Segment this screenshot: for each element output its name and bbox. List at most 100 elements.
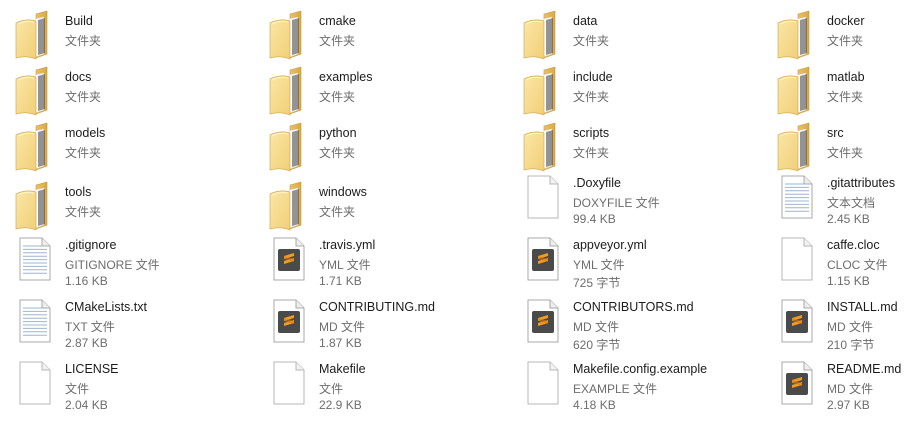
file-item-appveyor-yml[interactable]: appveyor.yml YML 文件 725 字节 — [522, 232, 772, 290]
item-type: TXT 文件 — [65, 320, 115, 334]
item-type: 文件夹 — [319, 205, 356, 219]
item-size: 1.16 KB — [65, 274, 108, 288]
item-type: YML 文件 — [573, 258, 625, 272]
file-item-doxyfile[interactable]: .Doxyfile DOXYFILE 文件 99.4 KB — [522, 170, 772, 226]
item-type: MD 文件 — [573, 320, 619, 334]
folder-icon — [14, 10, 62, 66]
file-item-makefile-config-example[interactable]: Makefile.config.example EXAMPLE 文件 4.18 … — [522, 356, 772, 412]
sublime-file-icon — [271, 236, 319, 292]
item-name: INSTALL.md — [827, 300, 898, 314]
folder-icon — [14, 66, 62, 122]
folder-icon — [268, 181, 316, 237]
item-name: CMakeLists.txt — [65, 300, 147, 314]
item-type: 文件夹 — [573, 34, 610, 48]
file-item-gitattributes[interactable]: .gitattributes 文本文档 2.45 KB — [776, 170, 914, 226]
item-name: .gitignore — [65, 238, 117, 252]
item-type: 文件夹 — [827, 146, 864, 160]
item-type: MD 文件 — [319, 320, 365, 334]
item-name: models — [65, 126, 106, 140]
blank-file-icon — [525, 174, 573, 230]
folder-icon — [776, 66, 824, 122]
item-type: 文件夹 — [827, 34, 864, 48]
item-type: GITIGNORE 文件 — [65, 258, 160, 272]
file-item-travis-yml[interactable]: .travis.yml YML 文件 1.71 KB — [268, 232, 518, 288]
item-type: EXAMPLE 文件 — [573, 382, 658, 396]
item-type: 文件夹 — [65, 34, 102, 48]
folder-item-include[interactable]: include 文件夹 — [522, 64, 772, 120]
folder-item-windows[interactable]: windows 文件夹 — [268, 179, 518, 235]
item-type: YML 文件 — [319, 258, 371, 272]
item-size: 4.18 KB — [573, 398, 616, 412]
folder-item-examples[interactable]: examples 文件夹 — [268, 64, 518, 120]
folder-item-matlab[interactable]: matlab 文件夹 — [776, 64, 914, 120]
folder-item-scripts[interactable]: scripts 文件夹 — [522, 120, 772, 176]
item-name: CONTRIBUTORS.md — [573, 300, 694, 314]
blank-file-icon — [271, 360, 319, 416]
item-type: CLOC 文件 — [827, 258, 888, 272]
item-type: 文件夹 — [319, 146, 356, 160]
text-file-icon — [17, 236, 65, 292]
file-item-caffe-cloc[interactable]: caffe.cloc CLOC 文件 1.15 KB — [776, 232, 914, 288]
item-type: 文件 — [65, 382, 90, 396]
folder-icon — [268, 10, 316, 66]
item-name: tools — [65, 185, 92, 199]
folder-item-src[interactable]: src 文件夹 — [776, 120, 914, 176]
file-item-license[interactable]: LICENSE 文件 2.04 KB — [14, 356, 264, 412]
folder-item-docker[interactable]: docker 文件夹 — [776, 8, 914, 64]
folder-icon — [14, 122, 62, 178]
folder-item-python[interactable]: python 文件夹 — [268, 120, 518, 176]
file-item-readme-md[interactable]: README.md MD 文件 2.97 KB — [776, 356, 914, 412]
item-type: 文件夹 — [319, 90, 356, 104]
text-file-icon — [17, 298, 65, 354]
folder-icon — [268, 122, 316, 178]
item-name: README.md — [827, 362, 902, 376]
item-size: 620 字节 — [573, 338, 621, 352]
item-size: 99.4 KB — [573, 212, 616, 226]
item-name: .Doxyfile — [573, 176, 621, 190]
item-name: windows — [319, 185, 367, 199]
item-type: 文件 — [319, 382, 344, 396]
item-name: CONTRIBUTING.md — [319, 300, 435, 314]
file-item-makefile[interactable]: Makefile 文件 22.9 KB — [268, 356, 518, 412]
file-item-install-md[interactable]: INSTALL.md MD 文件 210 字节 — [776, 294, 914, 352]
item-name: docs — [65, 70, 92, 84]
folder-icon — [522, 10, 570, 66]
item-type: MD 文件 — [827, 320, 873, 334]
item-name: cmake — [319, 14, 356, 28]
file-item-contributors-md[interactable]: CONTRIBUTORS.md MD 文件 620 字节 — [522, 294, 772, 352]
folder-item-cmake[interactable]: cmake 文件夹 — [268, 8, 518, 64]
item-size: 210 字节 — [827, 338, 875, 352]
item-size: 2.45 KB — [827, 212, 870, 226]
item-size: 22.9 KB — [319, 398, 362, 412]
text-file-icon — [779, 174, 827, 230]
folder-icon — [268, 66, 316, 122]
file-item-contributing-md[interactable]: CONTRIBUTING.md MD 文件 1.87 KB — [268, 294, 518, 350]
folder-item-build[interactable]: Build 文件夹 — [14, 8, 264, 64]
item-name: matlab — [827, 70, 865, 84]
item-name: python — [319, 126, 357, 140]
blank-file-icon — [779, 236, 827, 292]
file-item-cmakelists[interactable]: CMakeLists.txt TXT 文件 2.87 KB — [14, 294, 264, 350]
item-type: 文件夹 — [573, 90, 610, 104]
item-size: 1.87 KB — [319, 336, 362, 350]
item-name: data — [573, 14, 598, 28]
item-type: 文件夹 — [573, 146, 610, 160]
folder-item-tools[interactable]: tools 文件夹 — [14, 179, 264, 235]
sublime-file-icon — [779, 298, 827, 354]
item-size: 725 字节 — [573, 276, 621, 290]
sublime-file-icon — [525, 236, 573, 292]
folder-item-data[interactable]: data 文件夹 — [522, 8, 772, 64]
file-item-gitignore[interactable]: .gitignore GITIGNORE 文件 1.16 KB — [14, 232, 264, 288]
item-name: scripts — [573, 126, 610, 140]
item-type: 文本文档 — [827, 196, 876, 210]
item-type: 文件夹 — [827, 90, 864, 104]
item-name: appveyor.yml — [573, 238, 647, 252]
folder-icon — [522, 66, 570, 122]
item-name: LICENSE — [65, 362, 119, 376]
item-type: 文件夹 — [319, 34, 356, 48]
item-type: MD 文件 — [827, 382, 873, 396]
item-name: .travis.yml — [319, 238, 376, 252]
folder-item-docs[interactable]: docs 文件夹 — [14, 64, 264, 120]
folder-item-models[interactable]: models 文件夹 — [14, 120, 264, 176]
item-type: 文件夹 — [65, 90, 102, 104]
